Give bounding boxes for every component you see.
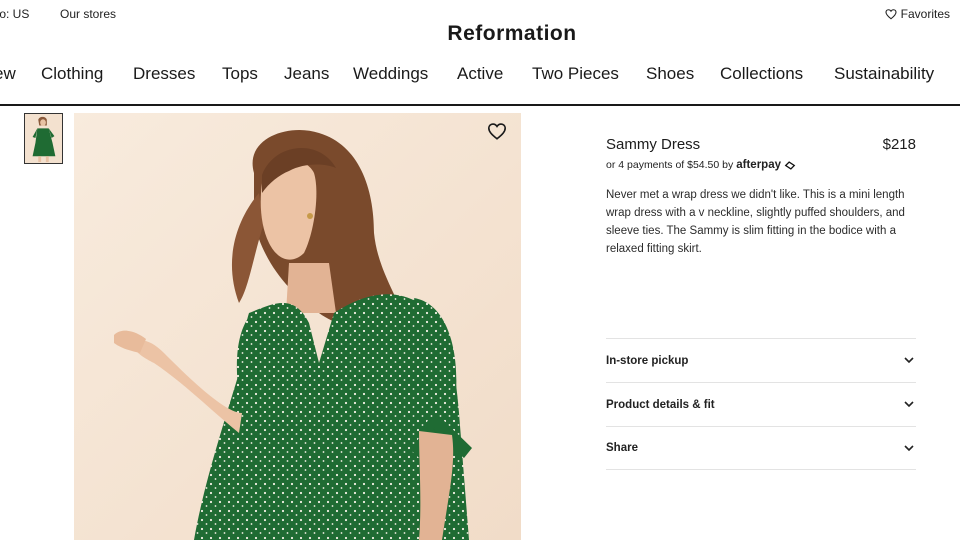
accordion-product-details[interactable]: Product details & fit	[606, 382, 916, 426]
nav-item-two-pieces[interactable]: Two Pieces	[532, 64, 619, 84]
accordion-share[interactable]: Share	[606, 426, 916, 470]
our-stores-link[interactable]: Our stores	[60, 7, 116, 21]
nav-item-dresses[interactable]: Dresses	[133, 64, 195, 84]
product-price: $218	[882, 136, 916, 153]
main-nav: ew Clothing Dresses Tops Jeans Weddings …	[0, 64, 960, 88]
nav-item-sustainability[interactable]: Sustainability	[834, 64, 934, 84]
accordion-label: Share	[606, 442, 638, 454]
model-photo	[74, 113, 521, 540]
afterpay-installments[interactable]: or 4 payments of $54.50 by afterpay	[606, 159, 916, 171]
nav-item-collections[interactable]: Collections	[720, 64, 803, 84]
accordion-label: In-store pickup	[606, 354, 689, 367]
ship-to-link[interactable]: to: US	[0, 7, 29, 21]
nav-item-shoes[interactable]: Shoes	[646, 64, 694, 84]
heart-icon	[885, 9, 897, 20]
add-to-favorites-button[interactable]	[487, 122, 507, 140]
afterpay-brand: afterpay	[736, 159, 781, 171]
chevron-down-icon	[904, 401, 914, 408]
accordion-label: Product details & fit	[606, 398, 715, 411]
product-info: Sammy Dress $218 or 4 payments of $54.50…	[606, 136, 916, 258]
heart-icon	[487, 123, 507, 140]
accordion-in-store-pickup[interactable]: In-store pickup	[606, 338, 916, 382]
nav-item-new[interactable]: ew	[0, 64, 16, 84]
product-description: Never met a wrap dress we didn't like. T…	[606, 189, 905, 255]
brand-logo[interactable]: Reformation	[0, 22, 960, 46]
nav-item-tops[interactable]: Tops	[222, 64, 258, 84]
chevron-down-icon	[904, 444, 914, 451]
product-name: Sammy Dress	[606, 136, 701, 153]
chevron-down-icon	[904, 357, 914, 364]
thumbnail-image	[25, 114, 62, 163]
gallery-thumbnail[interactable]	[24, 113, 63, 164]
nav-item-jeans[interactable]: Jeans	[284, 64, 329, 84]
nav-item-weddings[interactable]: Weddings	[353, 64, 428, 84]
installments-text: or 4 payments of $54.50 by	[606, 159, 734, 171]
afterpay-logo-icon	[784, 160, 796, 170]
header-divider	[0, 104, 960, 106]
product-image[interactable]	[74, 113, 521, 540]
favorites-label: Favorites	[900, 7, 950, 21]
favorites-link[interactable]: Favorites	[885, 7, 950, 21]
nav-item-clothing[interactable]: Clothing	[41, 64, 103, 84]
nav-item-active[interactable]: Active	[457, 64, 503, 84]
